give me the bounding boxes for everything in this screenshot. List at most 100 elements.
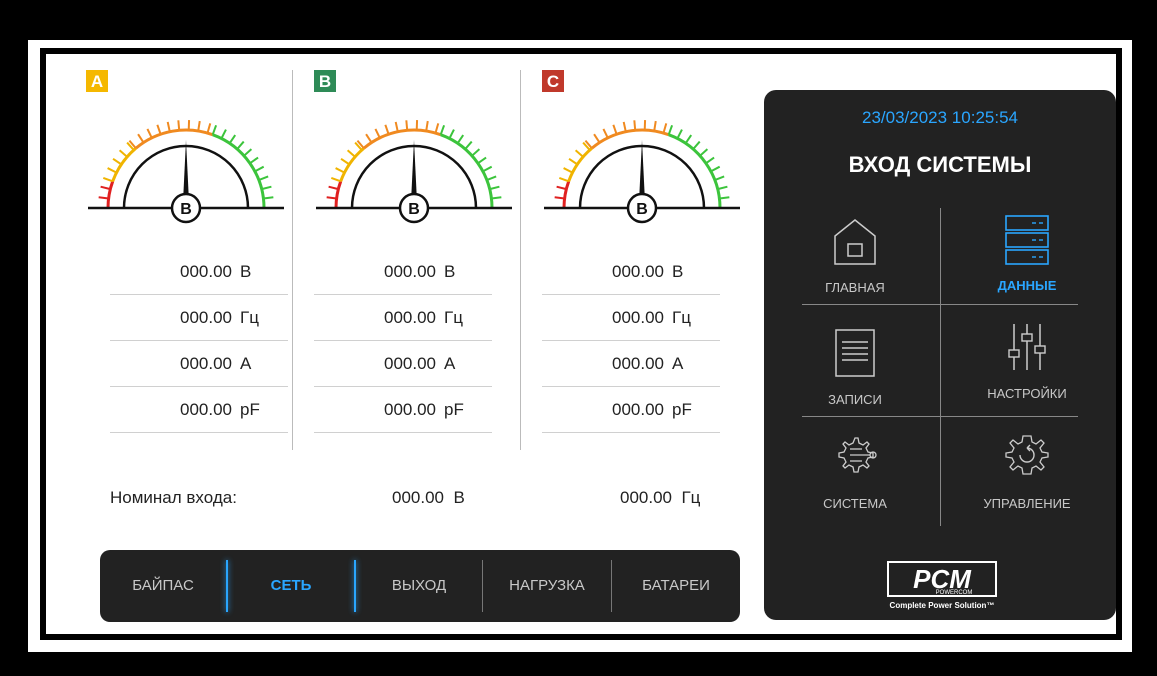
phase-a-gauge: B: [88, 120, 284, 224]
gauge-tick: [156, 124, 162, 135]
sliders-icon: [1008, 324, 1046, 370]
gauge-band: [362, 128, 442, 150]
control-gear-icon: [1005, 435, 1049, 475]
gauge-tick: [602, 128, 609, 139]
gauge-tick: [667, 124, 674, 136]
nominal-freq-value: 000.00: [620, 488, 672, 507]
gauge-needle: [639, 140, 645, 202]
phase-a-pf-unit: pF: [240, 400, 260, 419]
phase-a-current-row: 000.00 А: [110, 340, 288, 387]
source-tab-bar: БАЙПАС СЕТЬ ВЫХОД НАГРУЗКА БАТАРЕИ: [100, 550, 740, 622]
phase-c-voltage-unit: В: [672, 262, 684, 281]
gauge-tick: [211, 124, 218, 136]
gauge-tick: [471, 148, 481, 157]
phase-c-gauge: B: [544, 120, 740, 224]
navigation-panel: 23/03/2023 10:25:54 ВХОД СИСТЕМЫ ГЛАВНАЯ: [764, 90, 1116, 620]
gauge-band: [334, 180, 343, 209]
phase-c-panel: C B 000.00 В 000.00 Гц 000.00 А 000.00 pF: [542, 70, 742, 460]
phase-a-voltage-row: 000.00 В: [110, 248, 288, 295]
phase-a-badge: A: [86, 70, 108, 92]
tab-battery[interactable]: БАТАРЕИ: [612, 550, 740, 622]
tab-load[interactable]: НАГРУЗКА: [483, 550, 611, 622]
gauge-tick: [263, 196, 274, 200]
phase-c-current-value: 000.00: [612, 354, 664, 373]
gauge-tick: [425, 120, 429, 132]
gauge-tick: [477, 156, 487, 165]
gauge-tick: [326, 196, 337, 200]
phase-c-pf-unit: pF: [672, 400, 692, 419]
phase-c-current-row: 000.00 А: [542, 340, 720, 387]
grid-divider: [940, 208, 941, 526]
menu-system-label: СИСТЕМА: [823, 496, 887, 511]
nominal-voltage-unit: В: [453, 488, 465, 507]
phase-b-current-row: 000.00 А: [314, 340, 492, 387]
phase-a-freq-value: 000.00: [180, 308, 232, 327]
phase-b-current-unit: А: [444, 354, 456, 373]
phase-b-pf-row: 000.00 pF: [314, 386, 492, 433]
gauge-band: [134, 128, 214, 150]
menu-home[interactable]: ГЛАВНАЯ: [770, 210, 940, 318]
phase-c-badge: C: [542, 70, 564, 92]
gauge-hub-label: B: [180, 201, 192, 218]
gauge-tick: [710, 165, 721, 173]
gauge-tick: [405, 120, 409, 131]
gauge-tick: [676, 129, 683, 139]
menu-system[interactable]: СИСТЕМА: [770, 426, 940, 534]
gauge-band: [106, 180, 115, 209]
gauge-needle: [183, 140, 189, 202]
gauge-tick: [328, 185, 339, 191]
tab-bypass[interactable]: БАЙПАС: [100, 550, 226, 622]
gauge-tick: [394, 121, 399, 132]
phase-b-freq-unit: Гц: [444, 308, 463, 327]
gauge-tick: [558, 176, 570, 183]
phase-b-voltage-unit: В: [444, 262, 456, 281]
menu-control[interactable]: УПРАВЛЕНИЕ: [942, 426, 1112, 534]
nominal-voltage-value: 000.00: [392, 488, 444, 507]
gauge-tick: [622, 121, 627, 132]
gauge-tick: [705, 156, 715, 165]
phase-b-badge: B: [314, 70, 336, 92]
gauge-tick: [206, 123, 212, 134]
phase-b-current-value: 000.00: [384, 354, 436, 373]
gauge-tick: [374, 128, 381, 139]
gauge-needle: [411, 140, 417, 202]
server-icon: [1005, 215, 1049, 265]
phase-c-voltage-row: 000.00 В: [542, 248, 720, 295]
gauge-tick: [346, 149, 356, 158]
menu-data[interactable]: ДАННЫЕ: [942, 208, 1112, 316]
tab-mains[interactable]: СЕТЬ: [228, 550, 354, 622]
phase-a-freq-row: 000.00 Гц: [110, 294, 288, 341]
tab-output[interactable]: ВЫХОД: [356, 550, 482, 622]
phase-c-current-unit: А: [672, 354, 684, 373]
gauge-tick: [261, 185, 272, 191]
gauge-band: [590, 128, 670, 150]
logo-sub: POWERCOM: [936, 590, 973, 596]
gauge-tick: [335, 167, 345, 174]
gauge-tick: [633, 120, 637, 131]
phase-b-voltage-row: 000.00 В: [314, 248, 492, 295]
menu-data-label: ДАННЫЕ: [997, 278, 1057, 293]
menu-settings-label: НАСТРОЙКИ: [987, 386, 1067, 401]
phase-b-voltage-value: 000.00: [384, 262, 436, 281]
gauge-tick: [568, 157, 578, 166]
menu-records[interactable]: ЗАПИСИ: [770, 322, 940, 430]
phase-a-panel: A B 000.00 В 000.00 Гц 000.00 А 000.00 pF: [86, 70, 288, 460]
gauge-tick: [456, 134, 465, 144]
gauge-tick: [491, 196, 502, 200]
gauge-tick: [166, 121, 171, 132]
nominal-frequency: 000.00 Гц: [620, 488, 700, 508]
gauge-tick: [330, 176, 342, 183]
datetime-display: 23/03/2023 10:25:54: [862, 108, 1018, 127]
gauge-tick: [448, 129, 455, 139]
gauge-tick: [107, 167, 117, 174]
menu-records-label: ЗАПИСИ: [828, 392, 882, 407]
gauge-tick: [653, 120, 657, 132]
gauge-tick: [146, 128, 153, 139]
powercom-logo: PCM POWERCOM Complete Power Solution™: [878, 560, 1008, 616]
menu-settings[interactable]: НАСТРОЙКИ: [942, 316, 1112, 424]
gauge-tick: [249, 156, 259, 165]
gauge-tick: [243, 148, 253, 157]
logo-tagline: Complete Power Solution™: [890, 601, 995, 610]
gauge-tick: [692, 140, 701, 150]
nominal-freq-unit: Гц: [681, 488, 701, 507]
